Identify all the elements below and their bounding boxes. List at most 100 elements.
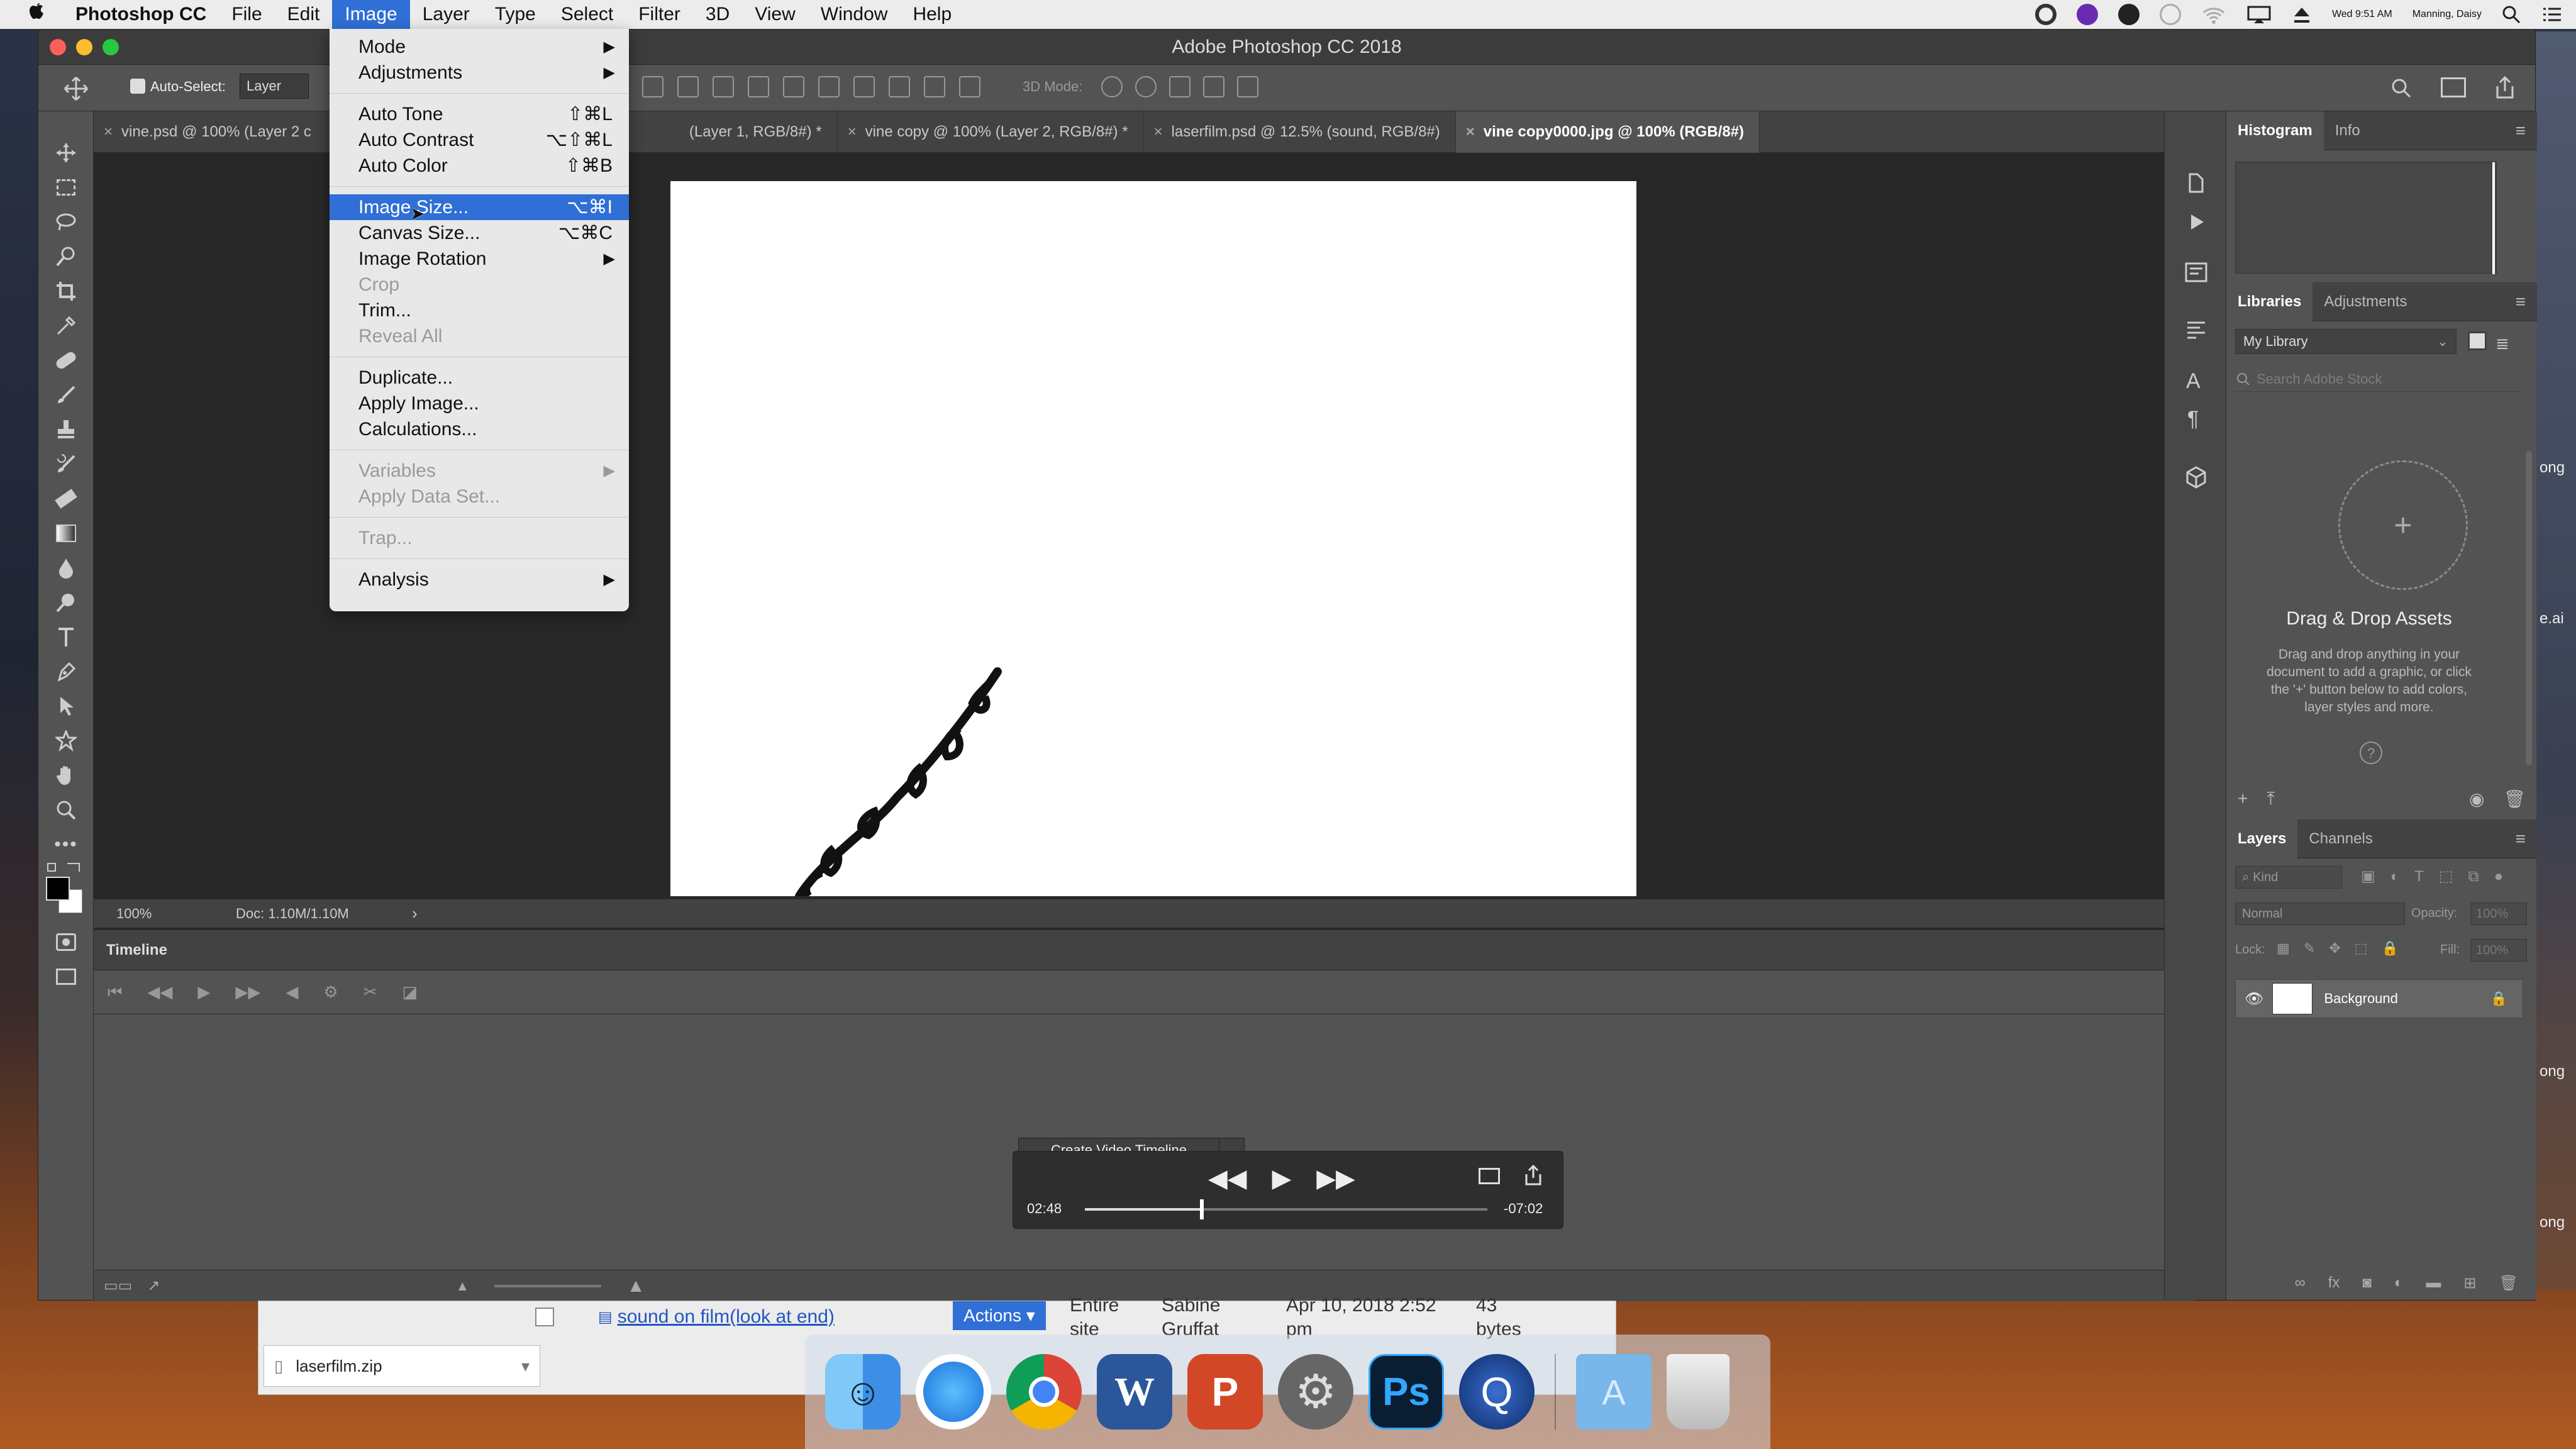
lock-artboard-icon[interactable]: ⬚ — [2355, 940, 2368, 957]
align-bottom-icon[interactable] — [818, 76, 840, 97]
audio-icon[interactable]: ◀ — [286, 982, 298, 1002]
lock-transparent-icon[interactable]: ▦ — [2277, 940, 2290, 957]
new-group-icon[interactable]: ▬ — [2426, 1274, 2441, 1292]
applications-folder-icon[interactable]: A — [1576, 1354, 1652, 1430]
distribute-horizontal-icon[interactable] — [853, 76, 875, 97]
tab-layers[interactable]: Layers — [2226, 819, 2298, 858]
swap-colors-icon[interactable] — [67, 863, 80, 872]
marquee-tool-icon[interactable] — [38, 170, 94, 204]
document-tab[interactable]: (Layer 1, RGB/8#) * — [679, 111, 838, 153]
link-layers-icon[interactable]: ∞ — [2295, 1274, 2306, 1292]
grid-view-icon[interactable] — [2468, 331, 2487, 350]
libraries-scrollbar[interactable] — [2526, 451, 2532, 765]
3d-roll-icon[interactable] — [1135, 76, 1157, 97]
status-menu-arrow-icon[interactable]: › — [412, 904, 418, 923]
menu-app-name[interactable]: Photoshop CC — [63, 0, 219, 29]
sync-icon[interactable] — [2118, 4, 2140, 25]
eject-icon[interactable] — [2292, 5, 2312, 24]
menu-filter[interactable]: Filter — [626, 0, 693, 29]
filter-adjustment-icon[interactable]: ◐ — [2390, 868, 2400, 886]
delete-layer-icon[interactable]: 🗑 — [2499, 1274, 2518, 1292]
help-icon[interactable]: ? — [2360, 741, 2382, 764]
auto-select-checkbox[interactable] — [130, 79, 145, 94]
timeline-title[interactable]: Timeline — [106, 941, 167, 959]
time-machine-icon[interactable] — [2159, 4, 2181, 25]
upload-icon[interactable]: ⤒ — [2267, 789, 2274, 809]
dodge-tool-icon[interactable] — [38, 585, 94, 619]
library-select[interactable]: My Library ⌄ — [2235, 329, 2457, 354]
paragraph-styles-icon[interactable] — [2184, 318, 2209, 343]
move-tool-icon[interactable] — [64, 76, 89, 101]
paragraph-panel-icon[interactable]: ¶ — [2187, 407, 2199, 431]
close-tab-icon[interactable]: × — [1466, 123, 1475, 140]
record-icon[interactable] — [2035, 4, 2057, 25]
hand-tool-icon[interactable] — [38, 758, 94, 792]
3d-orbit-icon[interactable] — [1101, 76, 1123, 97]
menu-item-trim[interactable]: Trim... — [330, 297, 629, 323]
align-center-icon[interactable] — [677, 76, 699, 97]
distribute-spacing-icon[interactable] — [924, 76, 945, 97]
gradient-tool-icon[interactable] — [38, 516, 94, 550]
3d-panel-icon[interactable] — [2184, 465, 2209, 490]
visibility-eye-icon[interactable]: 👁 — [2245, 990, 2263, 1008]
chrome-icon[interactable] — [1006, 1354, 1082, 1430]
filter-type-icon[interactable]: T — [2414, 868, 2424, 886]
split-scissors-icon[interactable]: ✂ — [364, 982, 377, 1002]
default-colors-icon[interactable] — [47, 863, 56, 872]
notification-center-icon[interactable] — [2541, 5, 2562, 24]
menu-file[interactable]: File — [219, 0, 274, 29]
desktop-file-label[interactable]: e.ai — [2540, 610, 2564, 628]
previous-frame-icon[interactable]: ◀◀ — [147, 982, 172, 1002]
lasso-tool-icon[interactable] — [38, 204, 94, 239]
go-to-first-frame-icon[interactable]: ⏮ — [108, 982, 122, 1002]
menu-help[interactable]: Help — [900, 0, 964, 29]
search-icon[interactable] — [2390, 77, 2412, 99]
zoom-level[interactable]: 100% — [116, 906, 236, 922]
eyedropper-tool-icon[interactable] — [38, 308, 94, 343]
new-layer-icon[interactable]: ⊞ — [2463, 1274, 2476, 1292]
layer-style-fx-icon[interactable]: fx — [2328, 1274, 2340, 1292]
close-window-button[interactable] — [50, 39, 66, 55]
settings-gear-icon[interactable]: ⚙ — [323, 982, 338, 1002]
document-tab[interactable]: × vine copy @ 100% (Layer 2, RGB/8#) * — [838, 111, 1144, 153]
blend-mode-select[interactable]: Normal — [2235, 902, 2405, 925]
menu-item-adjustments[interactable]: Adjustments ▶ — [330, 60, 629, 86]
play-icon[interactable]: ▶ — [197, 982, 210, 1002]
menu-item-duplicate[interactable]: Duplicate... — [330, 365, 629, 391]
panel-menu-icon[interactable]: ≡ — [2516, 292, 2526, 312]
photoshop-icon[interactable]: Ps — [1368, 1354, 1444, 1430]
rewind-icon[interactable]: ◀◀ — [1208, 1164, 1247, 1193]
tab-info[interactable]: Info — [2324, 111, 2372, 150]
screen-mode-icon[interactable] — [38, 959, 94, 994]
3d-slide-icon[interactable] — [1203, 76, 1224, 97]
menu-item-image-size[interactable]: Image Size... ⌥⌘I ➤ — [330, 194, 629, 223]
select-checkbox[interactable] — [535, 1307, 554, 1326]
spotlight-search-icon[interactable] — [2502, 5, 2521, 24]
move-tool-icon[interactable] — [38, 135, 94, 170]
transition-icon[interactable]: ◪ — [402, 982, 418, 1002]
actions-button[interactable]: Actions ▾ — [953, 1301, 1046, 1330]
airplay-icon[interactable] — [2246, 5, 2272, 24]
panel-menu-icon[interactable]: ≡ — [2516, 829, 2526, 849]
next-frame-icon[interactable]: ▶▶ — [235, 982, 260, 1002]
timeline-zoom-slider[interactable] — [494, 1284, 602, 1287]
lock-brush-icon[interactable]: ✎ — [2304, 940, 2315, 957]
more-tools-icon[interactable]: ••• — [38, 827, 94, 862]
align-middle-icon[interactable] — [783, 76, 804, 97]
panel-menu-icon[interactable]: ≡ — [2516, 121, 2526, 141]
zoom-window-button[interactable] — [103, 39, 119, 55]
menu-layer[interactable]: Layer — [410, 0, 482, 29]
align-top-icon[interactable] — [748, 76, 769, 97]
fill-input[interactable]: 100% — [2470, 939, 2527, 962]
pen-tool-icon[interactable] — [38, 654, 94, 689]
desktop-file-label[interactable]: ong — [2540, 1214, 2565, 1231]
powerpoint-icon[interactable]: P — [1187, 1354, 1263, 1430]
menu-item-auto-tone[interactable]: Auto Tone ⇧⌘L — [330, 101, 629, 127]
document-canvas[interactable] — [670, 181, 1636, 896]
history-brush-tool-icon[interactable] — [38, 447, 94, 481]
zoom-out-mountain-icon[interactable]: ▲ — [455, 1278, 469, 1294]
menu-item-auto-contrast[interactable]: Auto Contrast ⌥⇧⌘L — [330, 127, 629, 153]
filter-shape-icon[interactable]: ⬚ — [2439, 867, 2453, 886]
opacity-input[interactable]: 100% — [2470, 902, 2527, 925]
close-tab-icon[interactable]: × — [1154, 123, 1163, 140]
